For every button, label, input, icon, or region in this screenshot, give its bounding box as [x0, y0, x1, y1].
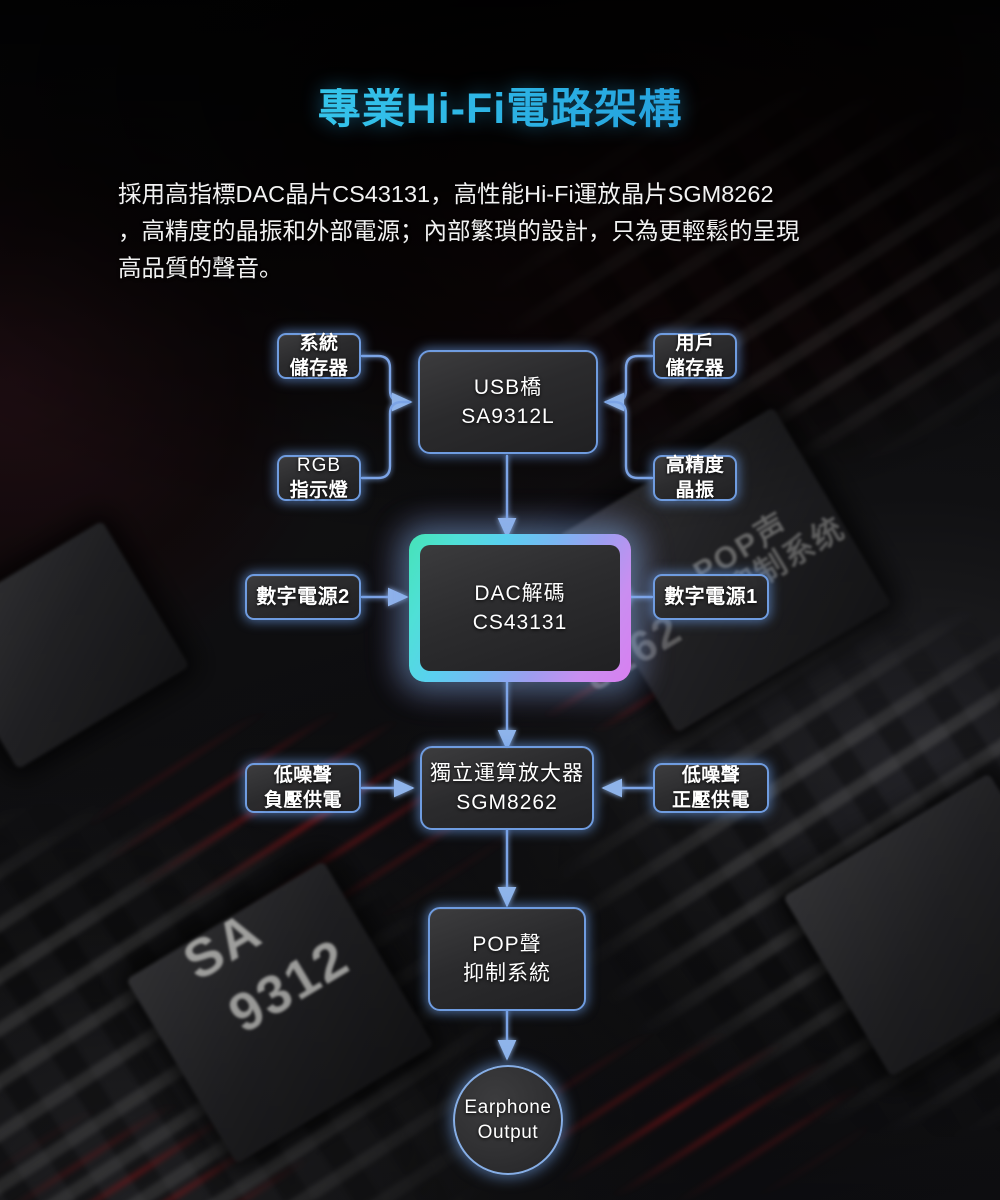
node-digital-power-1[interactable]: 數字電源1: [653, 574, 769, 620]
node-dac-decoder-line1: DAC解碼: [474, 582, 566, 605]
node-positive-supply[interactable]: 低噪聲 正壓供電: [653, 763, 769, 813]
node-digital-power-2[interactable]: 數字電源2: [245, 574, 361, 620]
wire-usermem-to-usb: [603, 354, 654, 412]
node-system-memory-line2: 儲存器: [289, 358, 349, 379]
node-digital-power-1-label: 數字電源1: [664, 585, 758, 608]
wire-crystal-to-usb: [604, 400, 654, 480]
node-usb-bridge-line1: USB橋: [473, 376, 543, 399]
node-usb-bridge-line2: SA9312L: [461, 405, 555, 428]
node-pop-suppression-line2: 抑制系統: [463, 962, 551, 985]
node-dac-decoder[interactable]: DAC解碼 CS43131: [420, 545, 620, 671]
node-positive-supply-line1: 低噪聲: [681, 765, 741, 786]
node-pop-suppression-line1: POP聲: [472, 933, 542, 956]
node-op-amp-line1: 獨立運算放大器: [430, 762, 584, 785]
node-negative-supply-line1: 低噪聲: [273, 765, 333, 786]
node-op-amp[interactable]: 獨立運算放大器 SGM8262: [420, 746, 594, 830]
node-crystal-oscillator[interactable]: 高精度 晶振: [653, 455, 737, 501]
node-rgb-indicator-line1: RGB: [296, 455, 342, 476]
node-negative-supply[interactable]: 低噪聲 負壓供電: [245, 763, 361, 813]
node-usb-bridge[interactable]: USB橋 SA9312L: [418, 350, 598, 454]
node-crystal-oscillator-line2: 晶振: [675, 480, 715, 501]
node-system-memory[interactable]: 系統 儲存器: [277, 333, 361, 379]
block-diagram: 系統 儲存器 RGB 指示燈 USB橋 SA9312L 用戶 儲存器 高精度 晶…: [0, 0, 1000, 1200]
node-user-memory-line2: 儲存器: [665, 358, 725, 379]
node-pop-suppression[interactable]: POP聲 抑制系統: [428, 907, 586, 1011]
node-negative-supply-line2: 負壓供電: [263, 790, 342, 811]
wire-sysmem-to-usb: [360, 354, 413, 412]
wire-rgb-to-usb: [360, 400, 412, 480]
node-user-memory-line1: 用戶: [675, 333, 715, 354]
node-rgb-indicator-line2: 指示燈: [289, 480, 349, 501]
node-earphone-output-line1: Earphone: [464, 1097, 552, 1118]
node-rgb-indicator[interactable]: RGB 指示燈: [277, 455, 361, 501]
product-feature-graphic: SA 9312 POP声 抑制系统 8262 專業Hi-Fi電路架構 採用高指標…: [0, 0, 1000, 1200]
node-crystal-oscillator-line1: 高精度: [665, 455, 725, 476]
node-earphone-output-line2: Output: [477, 1122, 539, 1143]
node-dac-glow: DAC解碼 CS43131: [409, 534, 631, 682]
node-digital-power-2-label: 數字電源2: [256, 585, 350, 608]
node-op-amp-line2: SGM8262: [456, 791, 558, 814]
node-user-memory[interactable]: 用戶 儲存器: [653, 333, 737, 379]
node-positive-supply-line2: 正壓供電: [671, 790, 750, 811]
node-system-memory-line1: 系統: [299, 333, 339, 354]
node-dac-decoder-line2: CS43131: [472, 611, 568, 634]
node-earphone-output[interactable]: Earphone Output: [453, 1065, 563, 1175]
